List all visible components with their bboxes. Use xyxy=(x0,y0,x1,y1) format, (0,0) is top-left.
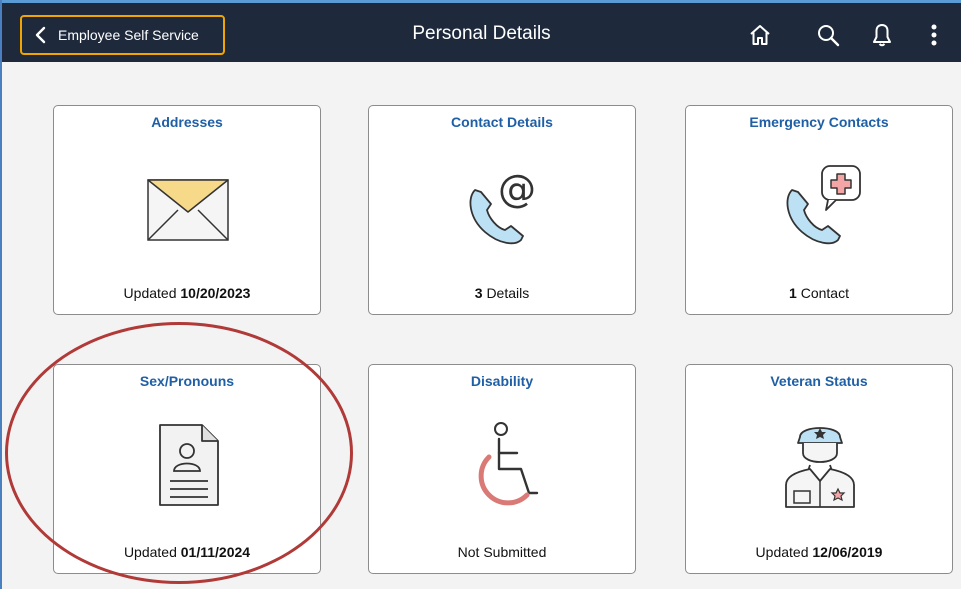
tile-title: Emergency Contacts xyxy=(749,114,889,130)
status-value: 12/06/2019 xyxy=(812,544,883,560)
at-sign-glyph: @ xyxy=(498,167,536,211)
tile-status: Updated 10/20/2023 xyxy=(54,285,320,301)
tile-addresses[interactable]: Addresses Updated 10/20/2023 xyxy=(53,105,321,315)
tile-title: Sex/Pronouns xyxy=(139,373,235,389)
tile-title: Addresses xyxy=(151,114,223,130)
tile-sex-pronouns[interactable]: Sex/Pronouns Updated 01/11/2024 xyxy=(53,364,321,574)
page-left-border xyxy=(0,0,2,589)
tile-status: Not Submitted xyxy=(369,544,635,560)
tile-title: Contact Details xyxy=(451,114,553,130)
status-prefix: Updated xyxy=(755,544,809,560)
tile-status: 1 Contact xyxy=(686,285,952,301)
tile-status: Updated 01/11/2024 xyxy=(54,544,320,560)
envelope-icon xyxy=(147,179,229,241)
phone-medical-icon xyxy=(786,165,861,245)
status-suffix: Contact xyxy=(800,285,849,301)
tile-veteran-status[interactable]: Veteran Status Updated 12/06/2019 xyxy=(685,364,953,574)
tile-status: Updated 12/06/2019 xyxy=(686,544,952,560)
header-bar: Employee Self Service Personal Details xyxy=(2,0,961,62)
status-value: 1 xyxy=(789,285,797,301)
status-prefix: Updated xyxy=(123,285,177,301)
search-icon[interactable] xyxy=(816,23,840,47)
more-actions-icon[interactable] xyxy=(922,23,946,47)
back-button[interactable]: Employee Self Service xyxy=(20,15,225,55)
status-value: 3 xyxy=(474,285,483,301)
status-value: 10/20/2023 xyxy=(180,285,251,301)
status-suffix: Details xyxy=(486,285,530,301)
notification-bell-icon[interactable] xyxy=(870,23,894,47)
home-icon[interactable] xyxy=(748,23,772,47)
tile-title: Disability xyxy=(470,373,534,389)
wheelchair-icon xyxy=(478,422,539,506)
status-text: Not Submitted xyxy=(457,544,547,560)
tile-disability[interactable]: Disability Not Submitted xyxy=(368,364,636,574)
chevron-left-icon xyxy=(35,26,46,44)
back-button-label: Employee Self Service xyxy=(58,27,199,43)
tile-status: 3 Details xyxy=(369,285,635,301)
tile-title: Veteran Status xyxy=(770,373,868,389)
status-prefix: Updated xyxy=(123,544,177,560)
phone-at-icon: @ xyxy=(469,167,536,245)
tile-contact-details[interactable]: Contact Details @ 3 Details xyxy=(368,105,636,315)
status-value: 01/11/2024 xyxy=(180,544,251,560)
profile-document-icon xyxy=(159,424,219,506)
veteran-officer-icon xyxy=(785,427,855,508)
tile-emergency-contacts[interactable]: Emergency Contacts 1 Contact xyxy=(685,105,953,315)
